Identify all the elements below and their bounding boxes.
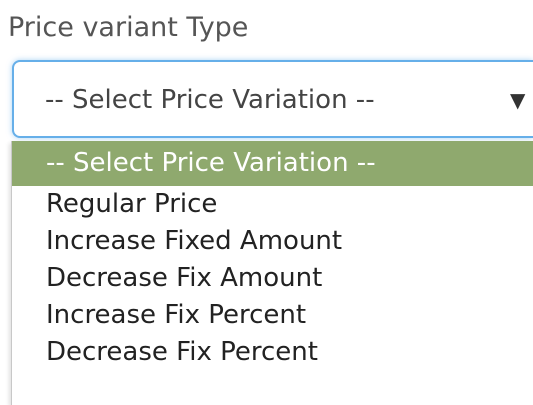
option-increase-fix-percent[interactable]: Increase Fix Percent <box>12 297 533 334</box>
price-variation-dropdown-list: -- Select Price Variation -- Regular Pri… <box>11 141 533 405</box>
price-variation-select[interactable]: -- Select Price Variation -- ▼ <box>12 60 533 138</box>
price-variant-type-label: Price variant Type <box>8 12 249 43</box>
select-current-value: -- Select Price Variation -- <box>45 85 375 115</box>
option-decrease-fix-amount[interactable]: Decrease Fix Amount <box>12 260 533 297</box>
option-decrease-fix-percent[interactable]: Decrease Fix Percent <box>12 334 533 371</box>
option-regular-price[interactable]: Regular Price <box>12 186 533 223</box>
option-increase-fixed-amount[interactable]: Increase Fixed Amount <box>12 223 533 260</box>
option-select-price-variation[interactable]: -- Select Price Variation -- <box>12 141 533 186</box>
caret-down-icon: ▼ <box>510 88 526 112</box>
